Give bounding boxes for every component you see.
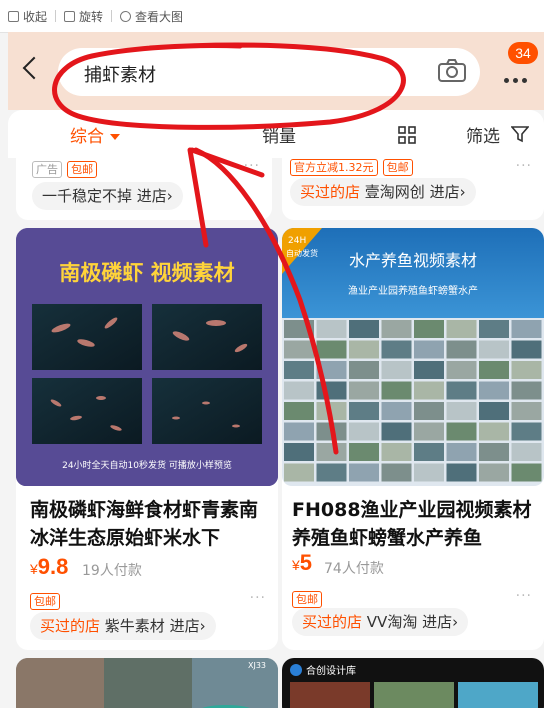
red-annotation-overlay bbox=[52, 42, 406, 455]
